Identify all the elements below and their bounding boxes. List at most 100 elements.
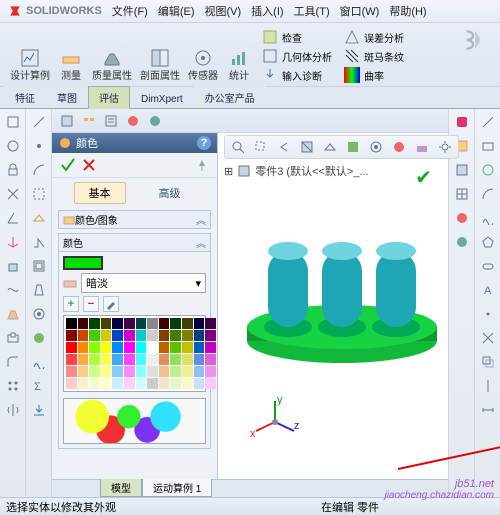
ok-icon[interactable] (60, 157, 76, 173)
prev-view-icon[interactable] (275, 138, 293, 156)
vt-lock-icon[interactable] (4, 161, 22, 179)
rt-circle-icon[interactable] (479, 161, 497, 179)
palette-swatch[interactable] (66, 330, 77, 341)
palette-swatch[interactable] (159, 366, 170, 377)
palette-swatch[interactable] (182, 318, 193, 329)
ribbon-geom[interactable]: 几何体分析 (260, 48, 334, 64)
palette-swatch[interactable] (159, 354, 170, 365)
palette-swatch[interactable] (78, 366, 89, 377)
palette-swatch[interactable] (66, 342, 77, 353)
palette-swatch[interactable] (112, 366, 123, 377)
palette-swatch[interactable] (101, 330, 112, 341)
vt-sweep-icon[interactable] (4, 281, 22, 299)
palette-swatch[interactable] (112, 330, 123, 341)
tab-office[interactable]: 办公室产品 (194, 86, 266, 108)
menu-view[interactable]: 视图(V) (205, 3, 242, 19)
palette-swatch[interactable] (112, 354, 123, 365)
part-name[interactable]: 零件3 (默认<<默认>_... (255, 163, 368, 179)
ribbon-curvature[interactable]: 曲率 (342, 67, 406, 83)
palette-swatch[interactable] (66, 366, 77, 377)
palette-swatch[interactable] (205, 378, 216, 389)
vt-cut-icon[interactable] (4, 329, 22, 347)
menu-window[interactable]: 窗口(W) (340, 3, 380, 19)
vt-appearance-icon[interactable] (30, 329, 48, 347)
rt-rect-icon[interactable] (479, 137, 497, 155)
rt-point-icon[interactable] (479, 305, 497, 323)
section-color[interactable]: 颜色 ︽ (58, 233, 211, 252)
vt-mirror-icon[interactable] (4, 401, 22, 419)
palette-swatch[interactable] (136, 318, 147, 329)
palette-swatch[interactable] (89, 378, 100, 389)
display-style-icon[interactable] (344, 138, 362, 156)
palette-swatch[interactable] (182, 378, 193, 389)
orientation-triad[interactable]: z x y (248, 395, 302, 449)
fm-property-icon[interactable] (102, 112, 120, 130)
vt-arc-icon[interactable] (30, 161, 48, 179)
palette-swatch[interactable] (101, 378, 112, 389)
palette-swatch[interactable] (194, 330, 205, 341)
vt-extrude-icon[interactable] (4, 257, 22, 275)
tab-dimxpert[interactable]: DimXpert (130, 90, 194, 108)
palette-swatch[interactable] (78, 342, 89, 353)
vt-refplane-icon[interactable] (30, 209, 48, 227)
palette-swatch[interactable] (101, 342, 112, 353)
tp-resources-icon[interactable] (453, 113, 471, 131)
graphics-viewport[interactable]: ⊞ 零件3 (默认<<默认>_... ✔ (218, 133, 448, 479)
palette-swatch[interactable] (112, 378, 123, 389)
palette-swatch[interactable] (66, 318, 77, 329)
section-view-icon[interactable] (298, 138, 316, 156)
rt-slot-icon[interactable] (479, 257, 497, 275)
ribbon-section[interactable]: 剖面属性 (140, 27, 180, 83)
expand-icon[interactable]: ⊞ (224, 165, 233, 178)
palette-swatch[interactable] (205, 318, 216, 329)
palette-swatch[interactable] (66, 354, 77, 365)
btab-motion[interactable]: 运动算例 1 (142, 478, 212, 497)
palette-swatch[interactable] (89, 366, 100, 377)
palette-swatch[interactable] (136, 354, 147, 365)
ribbon-sensor[interactable]: 传感器 (188, 27, 218, 83)
vt-circle-icon[interactable] (4, 137, 22, 155)
flyout-tree[interactable]: ⊞ 零件3 (默认<<默认>_... (224, 163, 369, 179)
help-button[interactable]: ? (197, 136, 211, 150)
view-settings-icon[interactable] (436, 138, 454, 156)
palette-swatch[interactable] (170, 318, 181, 329)
vt-hole-icon[interactable] (30, 305, 48, 323)
rt-mirror-icon[interactable] (479, 377, 497, 395)
palette-swatch[interactable] (124, 330, 135, 341)
tp-appearance-icon[interactable] (453, 209, 471, 227)
menu-help[interactable]: 帮助(H) (389, 3, 426, 19)
palette-swatch[interactable] (194, 378, 205, 389)
shade-dropdown[interactable]: 暗淡▾ (81, 273, 206, 293)
palette-swatch[interactable] (136, 342, 147, 353)
confirm-icon[interactable]: ✔ (415, 165, 432, 190)
palette-swatch[interactable] (182, 342, 193, 353)
ribbon-mass[interactable]: 质量属性 (92, 27, 132, 83)
palette-swatch[interactable] (78, 318, 89, 329)
palette-swatch[interactable] (78, 330, 89, 341)
fm-display-icon[interactable] (146, 112, 164, 130)
rt-polygon-icon[interactable] (479, 233, 497, 251)
palette-swatch[interactable] (124, 378, 135, 389)
vt-clip-icon[interactable] (30, 185, 48, 203)
tab-evaluate[interactable]: 评估 (88, 86, 130, 109)
palette-swatch[interactable] (159, 330, 170, 341)
palette-swatch[interactable] (124, 342, 135, 353)
tab-advanced[interactable]: 高级 (144, 182, 196, 204)
vt-draft-icon[interactable] (30, 281, 48, 299)
palette-swatch[interactable] (89, 330, 100, 341)
palette-swatch[interactable] (182, 366, 193, 377)
ribbon-design-study[interactable]: 设计算例 (10, 27, 50, 83)
palette-swatch[interactable] (78, 354, 89, 365)
palette-swatch[interactable] (182, 354, 193, 365)
palette-swatch[interactable] (159, 378, 170, 389)
zoom-area-icon[interactable] (252, 138, 270, 156)
vt-axis-icon[interactable] (4, 233, 22, 251)
palette-swatch[interactable] (124, 366, 135, 377)
palette-swatch[interactable] (66, 378, 77, 389)
vt-equation-icon[interactable]: Σ (30, 377, 48, 395)
vt-sketch-icon[interactable] (30, 113, 48, 131)
tp-custom-icon[interactable] (453, 233, 471, 251)
vt-rectangle-icon[interactable] (4, 113, 22, 131)
hue-picker[interactable] (63, 398, 206, 444)
palette-swatch[interactable] (205, 342, 216, 353)
